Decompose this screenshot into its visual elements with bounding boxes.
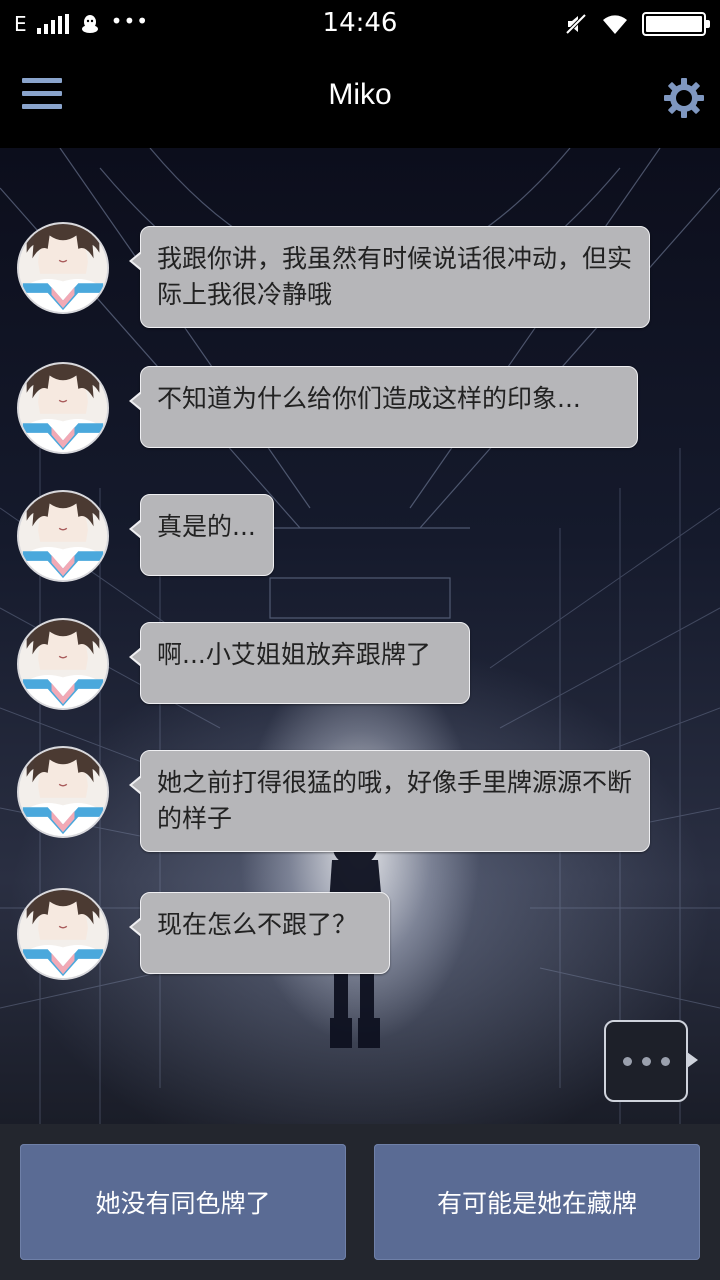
message-bubble: 她之前打得很猛的哦，好像手里牌源源不断的样子	[129, 750, 650, 852]
ellipsis-icon[interactable]	[604, 1020, 698, 1102]
message-bubble: 不知道为什么给你们造成这样的印象...	[129, 366, 638, 448]
message-bubble: 现在怎么不跟了？	[129, 892, 390, 974]
avatar[interactable]	[17, 888, 109, 980]
choice-button-1[interactable]: 她没有同色牌了	[20, 1144, 346, 1260]
avatar[interactable]	[17, 618, 109, 710]
wifi-icon	[603, 15, 627, 34]
avatar[interactable]	[17, 362, 109, 454]
avatar[interactable]	[17, 746, 109, 838]
gear-icon[interactable]	[662, 76, 706, 120]
message-bubble: 我跟你讲，我虽然有时候说话很冲动，但实际上我很冷静哦	[129, 226, 650, 328]
avatar[interactable]	[17, 490, 109, 582]
message-bubble: 啊...小艾姐姐放弃跟牌了	[129, 622, 470, 704]
status-bar: E ••• 14:46	[0, 0, 720, 48]
reply-choices: 她没有同色牌了 有可能是她在藏牌	[0, 1124, 720, 1280]
battery-icon	[642, 12, 710, 36]
page-title: Miko	[328, 78, 392, 111]
app-header: Miko	[0, 48, 720, 148]
avatar[interactable]	[17, 222, 109, 314]
message-bubble: 真是的...	[129, 494, 274, 576]
choice-button-2[interactable]: 有可能是她在藏牌	[374, 1144, 700, 1260]
mute-icon	[565, 13, 587, 35]
